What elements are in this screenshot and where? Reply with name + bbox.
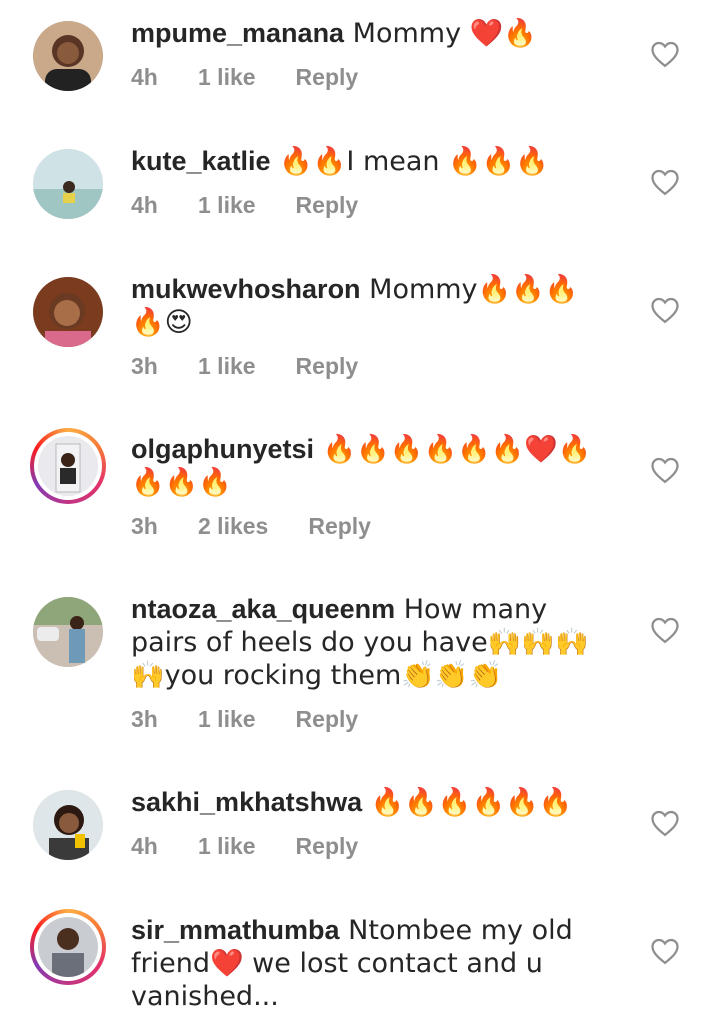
comment-username[interactable]: ntaoza_aka_queenm	[131, 594, 395, 624]
comment-time: 3h	[131, 513, 158, 539]
comment-username[interactable]: mukwevhosharon	[131, 274, 361, 304]
heart-icon[interactable]	[650, 456, 680, 484]
heart-icon[interactable]	[650, 168, 680, 196]
comment-body: 🔥🔥🔥🔥🔥🔥	[362, 787, 573, 818]
comment-likes[interactable]: 1 like	[198, 192, 256, 219]
avatar[interactable]	[30, 909, 106, 985]
comment-time: 3h	[131, 353, 158, 379]
comment-username[interactable]: sir_mmathumba	[131, 915, 340, 945]
reply-button[interactable]: Reply	[308, 513, 371, 540]
avatar[interactable]	[30, 428, 106, 504]
comment-likes[interactable]: 1 like	[198, 64, 256, 91]
reply-button[interactable]: Reply	[296, 64, 359, 91]
comment-likes[interactable]: 1 like	[198, 833, 256, 860]
reply-button[interactable]: Reply	[296, 192, 359, 219]
comment-likes[interactable]: 2 likes	[198, 513, 268, 540]
heart-icon[interactable]	[650, 616, 680, 644]
comment-meta: 4h 1 like Reply	[131, 192, 358, 219]
comment-likes[interactable]: 1 like	[198, 706, 256, 733]
reply-button[interactable]: Reply	[296, 353, 359, 380]
avatar[interactable]	[30, 274, 106, 350]
comment-text: ntaoza_aka_queenm How many pairs of heel…	[131, 593, 611, 692]
reply-button[interactable]: Reply	[296, 833, 359, 860]
comment-text: sir_mmathumba Ntombee my old friend❤️ we…	[131, 914, 611, 1013]
comment-meta: 3h 2 likes Reply	[131, 513, 371, 540]
comment-meta: 4h 1 like Reply	[131, 64, 358, 91]
comment-time: 4h	[131, 192, 158, 218]
avatar[interactable]	[30, 787, 106, 863]
comment-meta: 4h 1 like Reply	[131, 833, 358, 860]
comment-body: 🔥🔥I mean 🔥🔥🔥	[270, 146, 549, 177]
avatar[interactable]	[30, 146, 106, 222]
comment-text: sakhi_mkhatshwa 🔥🔥🔥🔥🔥🔥	[131, 786, 611, 819]
avatar[interactable]	[30, 18, 106, 94]
comment-text: mpume_manana Mommy ❤️🔥	[131, 17, 611, 50]
comment-text: kute_katlie 🔥🔥I mean 🔥🔥🔥	[131, 145, 611, 178]
comment-meta: 3h 1 like Reply	[131, 706, 358, 733]
story-ring	[30, 909, 106, 985]
story-ring	[30, 428, 106, 504]
comment-username[interactable]: sakhi_mkhatshwa	[131, 787, 362, 817]
comment-time: 4h	[131, 64, 158, 90]
comment-time: 3h	[131, 706, 158, 732]
comment-username[interactable]: kute_katlie	[131, 146, 271, 176]
heart-icon[interactable]	[650, 296, 680, 324]
avatar[interactable]	[30, 594, 106, 670]
comment-likes[interactable]: 1 like	[198, 353, 256, 380]
heart-icon[interactable]	[650, 809, 680, 837]
comment-username[interactable]: mpume_manana	[131, 18, 344, 48]
heart-icon[interactable]	[650, 937, 680, 965]
heart-icon[interactable]	[650, 40, 680, 68]
comment-text: mukwevhosharon Mommy🔥🔥🔥🔥😍	[131, 273, 611, 339]
comment-meta: 3h 1 like Reply	[131, 353, 358, 380]
comment-body: Mommy ❤️🔥	[344, 18, 537, 49]
comment-time: 4h	[131, 833, 158, 859]
reply-button[interactable]: Reply	[296, 706, 359, 733]
comment-username[interactable]: olgaphunyetsi	[131, 434, 314, 464]
comment-text: olgaphunyetsi 🔥🔥🔥🔥🔥🔥❤️🔥🔥🔥🔥	[131, 433, 611, 499]
